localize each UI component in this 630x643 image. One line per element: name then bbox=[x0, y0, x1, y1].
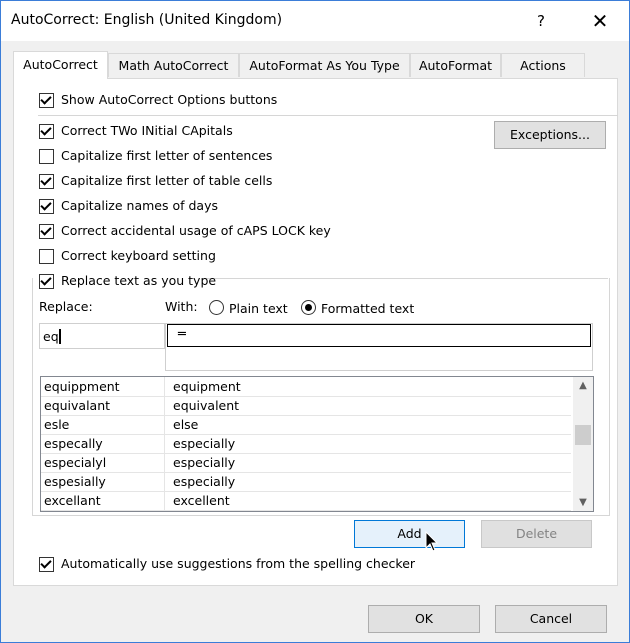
scroll-up-icon[interactable]: ▲ bbox=[573, 377, 593, 394]
table-row[interactable]: espesially especially bbox=[41, 472, 571, 492]
checkbox-label: Capitalize names of days bbox=[61, 198, 218, 213]
entry-from: equivalant bbox=[44, 398, 111, 413]
scroll-thumb[interactable] bbox=[575, 425, 591, 445]
with-input-value: ═ bbox=[178, 327, 186, 342]
entry-from: especialyl bbox=[44, 455, 107, 470]
autocorrect-panel: Show AutoCorrect Options buttons Correct… bbox=[13, 78, 618, 586]
checkbox-label: Replace text as you type bbox=[61, 273, 217, 288]
plain-text-label: Plain text bbox=[229, 301, 288, 316]
exceptions-button[interactable]: Exceptions... bbox=[494, 121, 606, 149]
ok-button[interactable]: OK bbox=[368, 605, 480, 633]
cancel-button[interactable]: Cancel bbox=[495, 605, 607, 633]
table-row[interactable]: especialyl especially bbox=[41, 453, 571, 473]
checkbox-box[interactable] bbox=[39, 149, 54, 164]
entry-to: equivalent bbox=[173, 398, 240, 413]
checkbox-box[interactable] bbox=[39, 174, 54, 189]
formatted-text-label: Formatted text bbox=[321, 301, 415, 316]
formatted-text-radio[interactable] bbox=[301, 300, 316, 315]
entry-to: excellent bbox=[173, 493, 230, 508]
entry-to: else bbox=[173, 417, 199, 432]
group-top-border bbox=[204, 278, 608, 279]
help-button[interactable]: ? bbox=[518, 1, 564, 41]
checkbox-box[interactable] bbox=[39, 124, 54, 139]
table-row[interactable]: equippment equipment bbox=[41, 377, 571, 397]
replace-input[interactable]: eq bbox=[39, 323, 165, 349]
checkbox-label: Correct TWo INitial CApitals bbox=[61, 123, 233, 138]
with-input-area[interactable]: ═ bbox=[165, 323, 593, 371]
window-title: AutoCorrect: English (United Kingdom) bbox=[11, 12, 283, 28]
checkbox-box[interactable] bbox=[39, 199, 54, 214]
entry-to: equipment bbox=[173, 379, 241, 394]
mouse-pointer-icon bbox=[425, 531, 439, 552]
checkbox-label: Correct accidental usage of cAPS LOCK ke… bbox=[61, 223, 331, 238]
table-row[interactable]: excellant excellent bbox=[41, 491, 571, 511]
dialog-footer: OK Cancel bbox=[1, 586, 629, 642]
checkbox-box[interactable] bbox=[39, 249, 54, 264]
text-caret bbox=[59, 329, 61, 344]
list-scrollbar[interactable]: ▲ ▼ bbox=[573, 377, 593, 511]
autocorrect-entries-list[interactable]: equippment equipment equivalant equivalent… bbox=[40, 376, 594, 512]
checkbox-label: Correct keyboard setting bbox=[61, 248, 216, 263]
entry-to: especially bbox=[173, 474, 236, 489]
entry-to: especially bbox=[173, 455, 236, 470]
table-row[interactable]: equivalant equivalent bbox=[41, 396, 571, 416]
entry-from: excellant bbox=[44, 493, 101, 508]
checkbox-label: Capitalize first letter of sentences bbox=[61, 148, 273, 163]
entry-from: espesially bbox=[44, 474, 106, 489]
table-row[interactable]: especally especially bbox=[41, 434, 571, 454]
title-bar: AutoCorrect: English (United Kingdom) ? … bbox=[1, 1, 629, 41]
delete-button[interactable]: Delete bbox=[481, 520, 592, 548]
with-label: With: bbox=[165, 299, 198, 314]
checkbox-box[interactable] bbox=[39, 557, 54, 572]
with-input[interactable]: ═ bbox=[167, 324, 591, 347]
tab-autocorrect[interactable]: AutoCorrect bbox=[13, 51, 108, 79]
checkbox-box[interactable] bbox=[39, 224, 54, 239]
checkbox-box[interactable] bbox=[39, 274, 54, 289]
plain-text-radio[interactable] bbox=[209, 300, 224, 315]
table-row[interactable]: esle else bbox=[41, 415, 571, 435]
separator bbox=[38, 115, 618, 116]
autocorrect-dialog: AutoCorrect: English (United Kingdom) ? … bbox=[0, 0, 630, 643]
tab-math-autocorrect[interactable]: Math AutoCorrect bbox=[108, 53, 239, 77]
checkbox-label: Capitalize first letter of table cells bbox=[61, 173, 273, 188]
tab-autoformat-as-you-type[interactable]: AutoFormat As You Type bbox=[239, 53, 410, 77]
entry-from: equippment bbox=[44, 379, 120, 394]
add-button[interactable]: Add bbox=[354, 520, 465, 548]
entry-to: especially bbox=[173, 436, 236, 451]
checkbox-box[interactable] bbox=[39, 93, 54, 108]
entry-from: especally bbox=[44, 436, 103, 451]
tab-autoformat[interactable]: AutoFormat bbox=[410, 53, 501, 77]
entry-from: esle bbox=[44, 417, 70, 432]
checkbox-label: Automatically use suggestions from the s… bbox=[61, 556, 416, 571]
scroll-down-icon[interactable]: ▼ bbox=[573, 494, 593, 511]
tab-actions[interactable]: Actions bbox=[501, 53, 585, 77]
replace-text-checkbox[interactable]: Replace text as you type bbox=[39, 273, 216, 290]
replace-input-value: eq bbox=[43, 329, 59, 344]
close-button[interactable]: ✕ bbox=[577, 1, 623, 41]
checkbox-label: Show AutoCorrect Options buttons bbox=[61, 92, 278, 107]
replace-label: Replace: bbox=[39, 299, 93, 314]
